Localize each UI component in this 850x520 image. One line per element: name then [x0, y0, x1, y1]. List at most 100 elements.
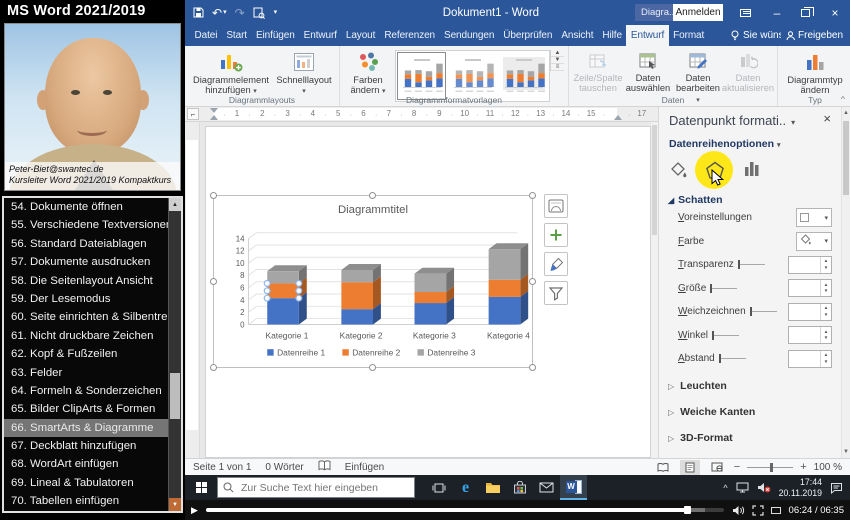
restore-button[interactable] — [791, 0, 819, 25]
tab-referenzen[interactable]: Referenzen — [380, 25, 440, 46]
collapse-ribbon-icon[interactable]: ^ — [841, 95, 845, 103]
course-list-item[interactable]: 63. Felder — [4, 364, 168, 382]
spin-down-icon[interactable]: ▼ — [824, 265, 828, 271]
tab-einfügen[interactable]: Einfügen — [251, 25, 299, 46]
ribbon-display-options-icon[interactable] — [731, 0, 759, 25]
tab-format-contextual[interactable]: Format — [669, 25, 709, 46]
select-data-button[interactable]: Daten auswählen — [623, 50, 673, 95]
scroll-up-icon[interactable]: ▲ — [842, 107, 850, 119]
word-count[interactable]: 0 Wörter — [265, 462, 303, 473]
print-layout-button[interactable] — [680, 460, 700, 475]
chart-handle[interactable] — [369, 192, 376, 199]
course-list-scrollbar[interactable]: ▲ ▼ — [168, 198, 181, 511]
weichzeichnen-slider[interactable] — [750, 307, 777, 316]
course-list-item[interactable]: 64. Formeln & Sonderzeichen — [4, 382, 168, 400]
network-icon[interactable] — [736, 482, 749, 493]
web-layout-button[interactable] — [707, 460, 727, 475]
transparenz-spinner[interactable]: ▲▼ — [788, 256, 832, 274]
scroll-down-icon[interactable]: ▼ — [842, 446, 850, 458]
page-indicator[interactable]: Seite 1 von 1 — [193, 462, 251, 473]
pane-close-icon[interactable]: × — [823, 111, 831, 126]
gallery-more-icon[interactable]: ≡ — [551, 64, 564, 71]
insert-mode-indicator[interactable]: Einfügen — [345, 462, 384, 473]
abstand-slider[interactable] — [719, 354, 746, 363]
volume-muted-icon[interactable] — [757, 482, 771, 493]
course-list-item[interactable]: 59. Der Lesemodus — [4, 290, 168, 308]
chart-style-thumbnail[interactable] — [499, 52, 548, 100]
gallery-down-icon[interactable]: ▼ — [551, 57, 564, 64]
winkel-spinner[interactable]: ▲▼ — [788, 326, 832, 344]
sign-in-button[interactable]: Anmelden — [673, 4, 723, 21]
tab-selector[interactable]: ⌐ — [187, 108, 199, 120]
proofing-icon[interactable] — [318, 460, 331, 474]
größe-spinner[interactable]: ▲▼ — [788, 279, 832, 297]
fill-line-tab-icon[interactable] — [669, 161, 687, 182]
mail-button[interactable] — [533, 475, 560, 500]
series-options-tab-icon[interactable] — [743, 161, 761, 180]
pane-scrollbar[interactable]: ▲ ▼ — [841, 107, 850, 458]
zoom-level[interactable]: 100 % — [814, 462, 842, 473]
taskbar-search[interactable] — [217, 477, 415, 498]
preset-swatch-dropdown[interactable]: ▾ — [796, 208, 832, 227]
switch-row-column-button[interactable]: Zeile/Spalte tauschen — [573, 50, 623, 95]
chart-handle[interactable] — [529, 192, 536, 199]
pane-menu-icon[interactable]: ▾ — [791, 118, 795, 127]
save-icon[interactable] — [193, 7, 204, 18]
refresh-data-button[interactable]: Daten aktualisieren — [723, 50, 773, 95]
document-scrollbar[interactable] — [651, 122, 658, 458]
right-indent-marker[interactable] — [614, 115, 622, 120]
course-list-item[interactable]: 65. Bilder ClipArts & Formen — [4, 400, 168, 418]
chart-style-thumbnail[interactable] — [448, 52, 497, 100]
qat-customize-icon[interactable]: ▾ — [273, 9, 278, 16]
zoom-in-icon[interactable]: + — [800, 461, 806, 473]
layout-options-button[interactable] — [544, 194, 568, 218]
pane-section-3d-format[interactable]: ▷3D-Format — [668, 425, 832, 451]
zoom-slider-handle[interactable] — [770, 463, 773, 472]
weichzeichnen-spinner[interactable]: ▲▼ — [788, 303, 832, 321]
tab-überprüfen[interactable]: Überprüfen — [499, 25, 557, 46]
course-list-item[interactable]: 54. Dokumente öffnen — [4, 198, 168, 216]
course-list-item[interactable]: 56. Standard Dateiablagen — [4, 235, 168, 253]
first-line-indent-marker[interactable] — [210, 108, 218, 113]
touch-mode-icon[interactable] — [253, 7, 265, 19]
scroll-thumb[interactable] — [170, 373, 180, 419]
start-button[interactable] — [185, 475, 217, 500]
file-explorer-button[interactable] — [479, 475, 506, 500]
theater-mode-icon[interactable] — [771, 507, 781, 514]
tab-entwurf-contextual[interactable]: Entwurf — [626, 25, 668, 46]
horizontal-ruler[interactable]: 12345678910111213141517················· — [200, 107, 658, 121]
read-mode-button[interactable] — [653, 460, 673, 475]
chart-filter-button[interactable] — [544, 281, 568, 305]
chart-canvas[interactable]: Diagrammtitel02468101214Kategorie 1Kateg… — [214, 196, 532, 367]
minimize-button[interactable]: – — [763, 0, 791, 25]
store-button[interactable] — [506, 475, 533, 500]
chart-style-thumbnail[interactable] — [397, 52, 446, 100]
course-list-item[interactable]: 58. Die Seitenlayout Ansicht — [4, 272, 168, 290]
course-list-item[interactable]: 69. Lineal & Tabulatoren — [4, 474, 168, 492]
word-taskbar-button[interactable]: W — [560, 475, 587, 500]
course-list-item[interactable]: 55. Verschiedene Textversionen — [4, 216, 168, 234]
course-list-item[interactable]: 57. Dokumente ausdrucken — [4, 253, 168, 271]
change-chart-type-button[interactable]: Diagrammtyp ändern — [782, 50, 848, 97]
redo-icon[interactable]: ↷ — [235, 7, 245, 19]
task-view-button[interactable] — [425, 475, 452, 500]
zoom-slider[interactable] — [747, 467, 793, 468]
hanging-indent-marker[interactable] — [210, 115, 218, 120]
gallery-up-icon[interactable]: ▲ — [551, 50, 564, 57]
tab-ansicht[interactable]: Ansicht — [557, 25, 598, 46]
scroll-thumb[interactable] — [652, 125, 657, 235]
pane-section-leuchten[interactable]: ▷Leuchten — [668, 373, 832, 399]
scroll-thumb[interactable] — [843, 121, 849, 195]
change-colors-button[interactable]: Farben ändern ▾ — [344, 50, 392, 97]
course-list-item[interactable]: 68. WordArt einfügen — [4, 455, 168, 473]
spin-down-icon[interactable]: ▼ — [824, 288, 828, 294]
play-button[interactable]: ▶ — [191, 505, 198, 516]
progress-bar[interactable] — [206, 508, 724, 512]
transparenz-slider[interactable] — [738, 260, 765, 269]
chart-handle[interactable] — [369, 364, 376, 371]
tab-sendungen[interactable]: Sendungen — [440, 25, 499, 46]
add-chart-element-button[interactable]: Diagrammelement hinzufügen ▾ — [189, 50, 273, 97]
shadow-section-header[interactable]: ◢Schatten — [668, 194, 723, 206]
volume-icon[interactable] — [732, 505, 745, 516]
undo-icon[interactable]: ↶▾ — [212, 7, 227, 19]
